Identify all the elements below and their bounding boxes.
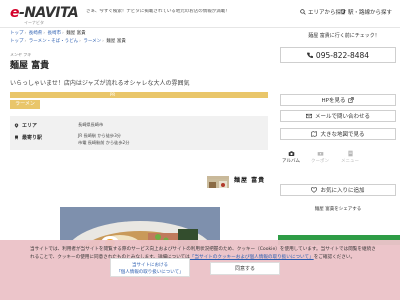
mail-inquiry-label: メールで問い合わせる	[314, 114, 370, 120]
cookie-consent-banner: 当サイトでは、利用者が当サイトを閲覧する際のサービス向上およびサイトの利用状況把…	[0, 240, 400, 300]
cookie-agree-button[interactable]: 同意する	[210, 262, 280, 275]
homepage-label: HPを見る	[321, 98, 346, 104]
privacy-policy-line-2: 「個人情報の取り扱いについて」	[116, 270, 184, 275]
logo-subtext: イーナビタ	[24, 20, 44, 25]
homepage-button[interactable]: HPを見る	[280, 94, 396, 106]
shop-sign-text: 麺屋 富貴	[234, 177, 266, 184]
menu-icon	[347, 150, 353, 157]
mail-icon	[305, 113, 312, 119]
breadcrumb-current: 麺屋 富貴	[66, 31, 86, 36]
train-icon	[340, 9, 346, 15]
shop-name: 麺屋 富貴	[10, 61, 50, 71]
breadcrumb-link[interactable]: ラーメン	[83, 39, 101, 44]
heart-icon	[311, 187, 318, 193]
shop-sign-illustration	[207, 179, 229, 188]
breadcrumb-link[interactable]: ラーメン・そば・うどん	[29, 39, 78, 44]
cookie-policy-link[interactable]: 「当サイトのクッキーおよび個人情報の取り扱いについて」	[190, 255, 314, 260]
phone-icon	[306, 52, 313, 58]
privacy-policy-button[interactable]: 当サイトにおける 「個人情報の取り扱いについて」	[110, 258, 190, 277]
album-label: アルバム	[282, 159, 300, 164]
search-by-station-label: 駅・路線から探す	[348, 10, 393, 16]
side-panel-title: 麺屋 富貴に行く前にチェック！	[308, 33, 380, 39]
large-map-button[interactable]: 大きな地図で見る	[280, 128, 396, 140]
genre-tag[interactable]: ラーメン	[10, 100, 40, 109]
shop-sign-image[interactable]	[207, 176, 229, 188]
add-favorite-button[interactable]: お気に入りに追加	[280, 184, 396, 196]
area-row-label: エリア	[14, 122, 37, 129]
coupon-icon	[317, 152, 323, 156]
breadcrumb-link[interactable]: トップ	[10, 39, 24, 44]
cookie-text-part-2: をご確認ください。	[313, 255, 356, 260]
phone-button[interactable]: 095-822-8484	[280, 47, 396, 63]
shop-info-box: エリア 長崎県長崎市 最寄り駅 JR 長崎駅 から徒歩3分 市電 長崎駅前 から…	[10, 116, 268, 150]
site-tagline: さぁ、今すぐ検索！ナビタに掲載されている地元のお店の情報が満載！	[86, 9, 230, 14]
pr-bar	[10, 92, 268, 98]
station-line-2: 市電 長崎駅前 から徒歩2分	[78, 140, 130, 145]
mail-inquiry-button[interactable]: メールで問い合わせる	[280, 110, 396, 122]
coupon-label: クーポン	[311, 159, 329, 164]
album-button[interactable]: アルバム	[281, 150, 301, 164]
search-by-station-button[interactable]: 駅・路線から探す	[340, 8, 392, 16]
breadcrumb-link[interactable]: 長崎市	[48, 31, 62, 36]
pr-label: PR	[110, 92, 116, 97]
train-icon	[15, 135, 18, 140]
privacy-policy-line-1: 当サイトにおける	[132, 263, 168, 268]
breadcrumb-genre: トップ› ラーメン・そば・うどん› ラーメン› 麺屋 富貴	[10, 39, 126, 44]
menu-button[interactable]: メニュー	[340, 150, 360, 164]
search-icon	[300, 9, 306, 15]
station-label: 最寄り駅	[22, 135, 43, 141]
add-favorite-label: お気に入りに追加	[320, 188, 365, 194]
external-link-icon	[348, 97, 355, 103]
station-line-1: JR 長崎駅 から徒歩3分	[78, 133, 121, 138]
breadcrumb-area: トップ› 長崎県› 長崎市› 麺屋 富貴	[10, 31, 86, 36]
pin-icon	[14, 123, 19, 128]
area-value: 長崎県長崎市	[78, 122, 104, 127]
coupon-button[interactable]: クーポン	[310, 150, 330, 164]
site-header: e-NAVITA イーナビタ さぁ、今すぐ検索！ナビタに掲載されている地元のお店…	[0, 0, 400, 28]
logo-text: e-NAVITA	[10, 5, 79, 21]
share-title: 麺屋 富貴をシェアする	[314, 207, 362, 212]
menu-label: メニュー	[341, 159, 359, 164]
cookie-message: 当サイトでは、利用者が当サイトを閲覧する際のサービス向上およびサイトの利用状況把…	[30, 246, 380, 262]
shop-intro: いらっしゃいませ！店内はジャズが流れるオシャレな大人の雰囲気	[10, 80, 190, 87]
area-label: エリア	[22, 123, 38, 129]
station-row-label: 最寄り駅	[14, 134, 42, 141]
site-logo[interactable]: e-NAVITA イーナビタ	[10, 5, 79, 26]
map-icon	[311, 131, 318, 137]
breadcrumb-link[interactable]: トップ	[10, 31, 24, 36]
breadcrumb-current: 麺屋 富貴	[106, 39, 126, 44]
large-map-label: 大きな地図で見る	[320, 132, 365, 138]
breadcrumb-link[interactable]: 長崎県	[29, 31, 43, 36]
camera-icon	[288, 151, 294, 156]
phone-number: 095-822-8484	[315, 50, 370, 60]
